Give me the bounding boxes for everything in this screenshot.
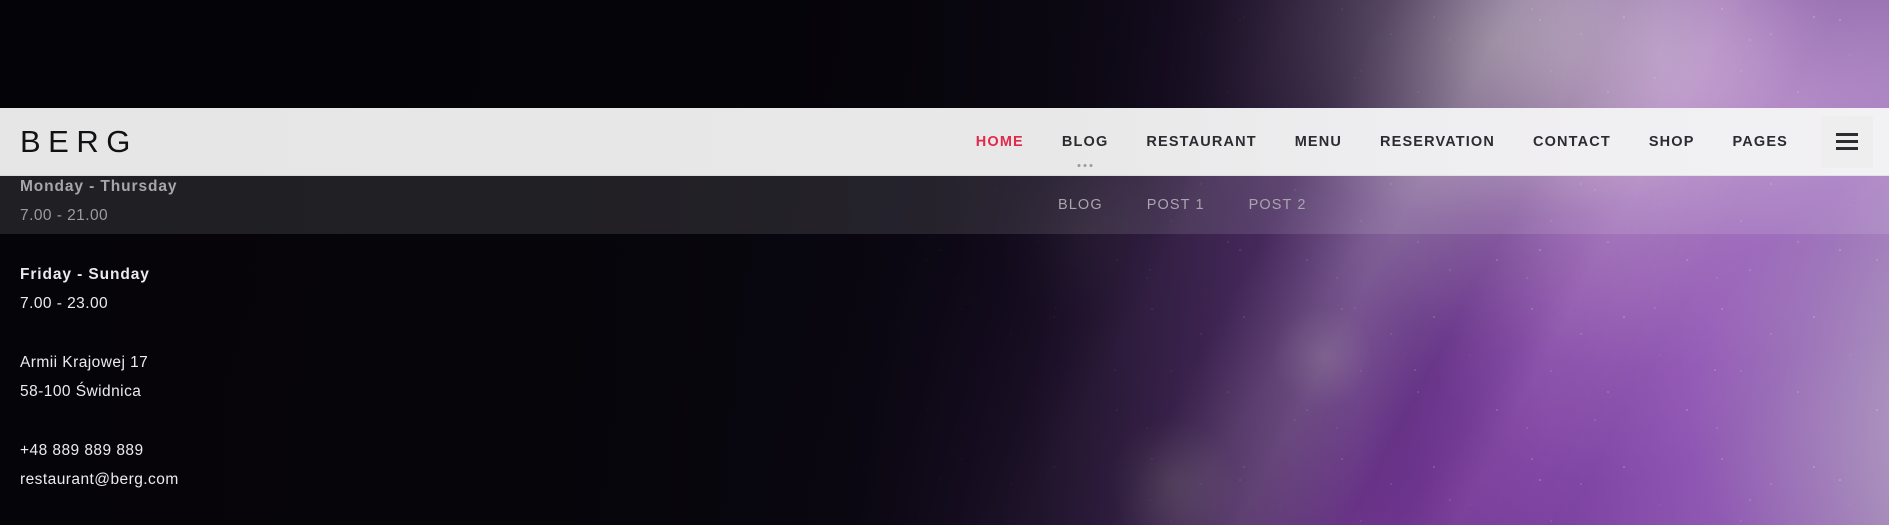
hours-block-weekday: Monday - Thursday 7.00 - 21.00 <box>20 176 490 227</box>
nav-item-blog[interactable]: BLOG <box>1043 108 1128 176</box>
address-city: 58-100 Świdnica <box>20 383 142 400</box>
restaurant-info-panel: Monday - Thursday 7.00 - 21.00 Friday - … <box>20 176 490 491</box>
hero-top-strip <box>0 0 1889 108</box>
hero-top-strip-overlay <box>0 0 1889 108</box>
nav-item-home-label: HOME <box>975 133 1024 150</box>
nav-item-blog-label: BLOG <box>1061 133 1109 150</box>
submenu-indicator-dots-icon <box>1077 163 1093 167</box>
nav-item-pages-label: PAGES <box>1732 133 1788 150</box>
submenu-item-blog[interactable]: BLOG <box>1040 197 1125 213</box>
nav-item-home[interactable]: HOME <box>957 108 1043 176</box>
hours-block-weekend: Friday - Sunday 7.00 - 23.00 <box>20 264 490 315</box>
submenu-item-post-1[interactable]: POST 1 <box>1125 197 1227 213</box>
address-street: Armii Krajowej 17 <box>20 354 149 371</box>
contact-email[interactable]: restaurant@berg.com <box>20 469 490 491</box>
page-root: BERG HOME BLOG RESTAURANT MENU RESERVATI… <box>0 0 1889 525</box>
hours-weekday-days: Monday - Thursday <box>20 178 178 195</box>
hamburger-icon[interactable] <box>1821 115 1873 168</box>
nav-item-shop-label: SHOP <box>1648 133 1695 150</box>
nav-item-shop[interactable]: SHOP <box>1630 108 1714 176</box>
nav-item-menu-label: MENU <box>1294 133 1342 150</box>
main-navbar: BERG HOME BLOG RESTAURANT MENU RESERVATI… <box>0 108 1889 176</box>
nav-item-reservation-label: RESERVATION <box>1380 133 1495 150</box>
address-block: Armii Krajowej 17 58-100 Świdnica <box>20 352 490 403</box>
hours-weekend-days: Friday - Sunday <box>20 266 150 283</box>
hours-weekend-time: 7.00 - 23.00 <box>20 295 109 312</box>
nav-item-pages[interactable]: PAGES <box>1714 108 1807 176</box>
contact-block: +48 889 889 889 restaurant@berg.com <box>20 440 490 491</box>
nav-item-contact-label: CONTACT <box>1532 133 1611 150</box>
hours-weekday-time: 7.00 - 21.00 <box>20 207 109 224</box>
site-logo[interactable]: BERG <box>20 126 138 157</box>
nav-item-restaurant[interactable]: RESTAURANT <box>1127 108 1275 176</box>
blog-submenu-list: BLOG POST 1 POST 2 <box>1040 197 1329 213</box>
nav-item-menu[interactable]: MENU <box>1276 108 1361 176</box>
contact-phone[interactable]: +48 889 889 889 <box>20 440 490 462</box>
nav-item-restaurant-label: RESTAURANT <box>1146 133 1257 150</box>
nav-item-contact[interactable]: CONTACT <box>1514 108 1630 176</box>
submenu-item-post-2[interactable]: POST 2 <box>1227 197 1329 213</box>
nav-item-reservation[interactable]: RESERVATION <box>1361 108 1514 176</box>
primary-nav: HOME BLOG RESTAURANT MENU RESERVATION CO… <box>957 108 1807 176</box>
